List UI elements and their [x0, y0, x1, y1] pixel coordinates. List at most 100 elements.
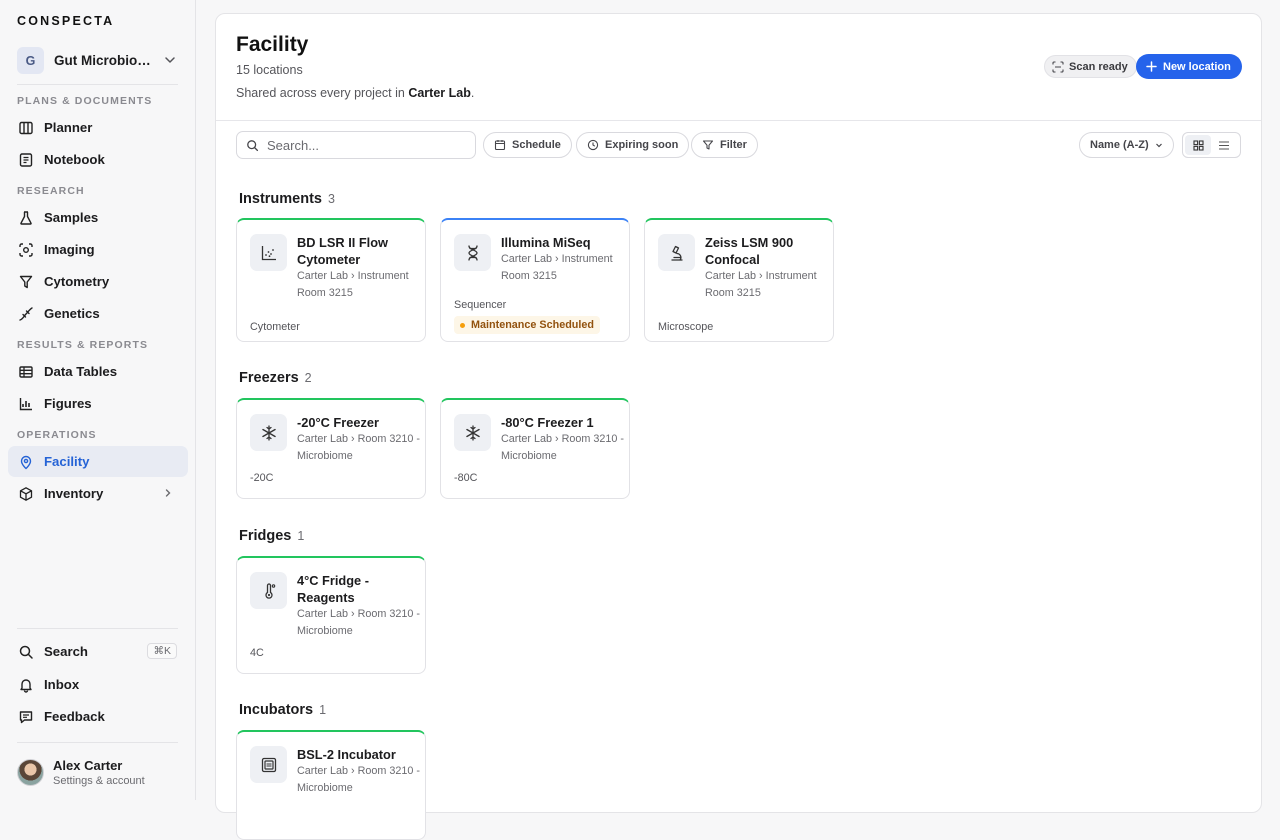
sidebar-item-label: Inbox	[44, 677, 80, 692]
expiring-soon-label: Expiring soon	[605, 139, 679, 151]
divider	[17, 84, 178, 85]
filter-button[interactable]: Filter	[691, 132, 758, 158]
grid-view-button[interactable]	[1185, 135, 1211, 155]
sidebar-item-inventory[interactable]: Inventory	[8, 478, 188, 509]
microscope-icon	[658, 234, 695, 271]
location-card[interactable]: -20°C Freezer Carter Lab › Room 3210 - M…	[236, 398, 426, 499]
view-toggle	[1182, 132, 1241, 158]
sort-label: Name (A-Z)	[1090, 139, 1149, 151]
sidebar-item-data-tables[interactable]: Data Tables	[8, 356, 188, 387]
sidebar-item-samples[interactable]: Samples	[8, 202, 188, 233]
sidebar-item-genetics[interactable]: Genetics	[8, 298, 188, 329]
sidebar: CONSPECTA G Gut Microbiome Study PLANS &…	[0, 0, 196, 800]
sidebar-item-label: Search	[44, 644, 88, 659]
sidebar-item-facility[interactable]: Facility	[8, 446, 188, 477]
location-card[interactable]: Zeiss LSM 900 Confocal Carter Lab › Inst…	[644, 218, 834, 342]
sidebar-item-search[interactable]: Search ⌘K	[8, 636, 188, 667]
sort-select[interactable]: Name (A-Z)	[1079, 132, 1174, 158]
page-title: Facility	[236, 33, 309, 56]
status-label: Maintenance Scheduled	[471, 319, 594, 331]
sidebar-item-cytometry[interactable]: Cytometry	[8, 266, 188, 297]
dna-icon	[454, 234, 491, 271]
status-dot	[460, 322, 465, 328]
incubator-icon	[250, 746, 287, 783]
scatter-plot-icon	[250, 234, 287, 271]
avatar	[17, 759, 44, 786]
page-description: Shared across every project in Carter La…	[236, 86, 474, 100]
group-header-instruments: Instruments 3	[239, 191, 335, 207]
brand-logo: CONSPECTA	[17, 14, 115, 28]
project-switcher[interactable]: G Gut Microbiome Study	[17, 47, 178, 74]
card-location: Carter Lab › Room 3210 - Microbiome	[297, 765, 421, 794]
card-title: Zeiss LSM 900 Confocal	[705, 235, 794, 267]
account-menu[interactable]: Alex Carter Settings & account	[17, 758, 145, 787]
group-name: Fridges	[239, 528, 292, 544]
sidebar-item-label: Cytometry	[44, 274, 110, 289]
account-settings-link: Settings & account	[53, 775, 145, 787]
location-card[interactable]: BSL-2 Incubator Carter Lab › Room 3210 -…	[236, 730, 426, 840]
location-count: 15 locations	[236, 63, 303, 77]
divider	[17, 628, 178, 629]
location-card[interactable]: -80°C Freezer 1 Carter Lab › Room 3210 -…	[440, 398, 630, 499]
new-location-button[interactable]: New location	[1136, 54, 1242, 79]
expiring-soon-button[interactable]: Expiring soon	[576, 132, 690, 158]
card-type: 4C	[250, 647, 264, 659]
card-location: Carter Lab › Room 3210 - Microbiome	[297, 608, 421, 637]
message-icon	[18, 709, 34, 725]
sidebar-item-imaging[interactable]: Imaging	[8, 234, 188, 265]
chevron-down-icon	[1154, 140, 1164, 150]
snowflake-icon	[250, 414, 287, 451]
schedule-button[interactable]: Schedule	[483, 132, 572, 158]
group-name: Incubators	[239, 702, 314, 718]
divider	[17, 742, 178, 743]
location-card[interactable]: Illumina MiSeq Carter Lab › Instrument R…	[440, 218, 630, 342]
location-pin-icon	[18, 454, 34, 470]
group-header-incubators: Incubators 1	[239, 702, 326, 718]
location-card[interactable]: 4°C Fridge - Reagents Carter Lab › Room …	[236, 556, 426, 674]
search-icon	[246, 139, 259, 152]
search-icon	[18, 644, 34, 660]
box-icon	[18, 486, 34, 502]
group-name: Instruments	[239, 191, 322, 207]
funnel-icon	[18, 274, 34, 290]
card-title: 4°C Fridge - Reagents	[297, 573, 369, 605]
sidebar-item-label: Facility	[44, 454, 90, 469]
search-input[interactable]	[267, 137, 457, 153]
lab-name: Carter Lab	[408, 86, 471, 100]
columns-icon	[18, 120, 34, 136]
sidebar-item-label: Genetics	[44, 306, 100, 321]
location-card[interactable]: BD LSR II Flow Cytometer Carter Lab › In…	[236, 218, 426, 342]
grid-icon	[1192, 139, 1204, 151]
group-count: 3	[328, 192, 335, 206]
sidebar-item-figures[interactable]: Figures	[8, 388, 188, 419]
status-badge: Maintenance Scheduled	[454, 316, 600, 334]
sidebar-item-label: Planner	[44, 120, 93, 135]
section-label-plans: PLANS & DOCUMENTS	[17, 95, 153, 107]
desc-text: Shared across every project in	[236, 86, 409, 100]
new-location-label: New location	[1163, 60, 1231, 73]
group-count: 2	[304, 371, 312, 385]
project-avatar: G	[17, 47, 44, 74]
scan-ready-button[interactable]: Scan ready	[1044, 55, 1137, 78]
card-location: Carter Lab › Room 3210 - Microbiome	[501, 433, 625, 462]
schedule-label: Schedule	[512, 139, 561, 151]
search-field[interactable]	[236, 131, 476, 159]
genetics-icon	[18, 306, 34, 322]
sidebar-item-label: Notebook	[44, 152, 105, 167]
chevron-right-icon	[165, 489, 171, 497]
filter-icon	[702, 139, 714, 151]
sidebar-item-notebook[interactable]: Notebook	[8, 144, 188, 175]
card-location: Carter Lab › Instrument Room 3215	[501, 253, 613, 282]
account-name: Alex Carter	[53, 758, 123, 773]
sidebar-item-planner[interactable]: Planner	[8, 112, 188, 143]
sidebar-item-feedback[interactable]: Feedback	[8, 701, 188, 732]
calendar-icon	[494, 139, 506, 151]
sidebar-item-inbox[interactable]: Inbox	[8, 669, 188, 700]
card-location: Carter Lab › Room 3210 - Microbiome	[297, 433, 421, 462]
list-view-button[interactable]	[1211, 135, 1237, 155]
section-label-research: RESEARCH	[17, 185, 85, 197]
card-type: -80C	[454, 472, 478, 484]
group-header-freezers: Freezers 2	[239, 370, 312, 386]
group-header-fridges: Fridges 1	[239, 528, 304, 544]
card-title: -20°C Freezer	[297, 415, 379, 430]
